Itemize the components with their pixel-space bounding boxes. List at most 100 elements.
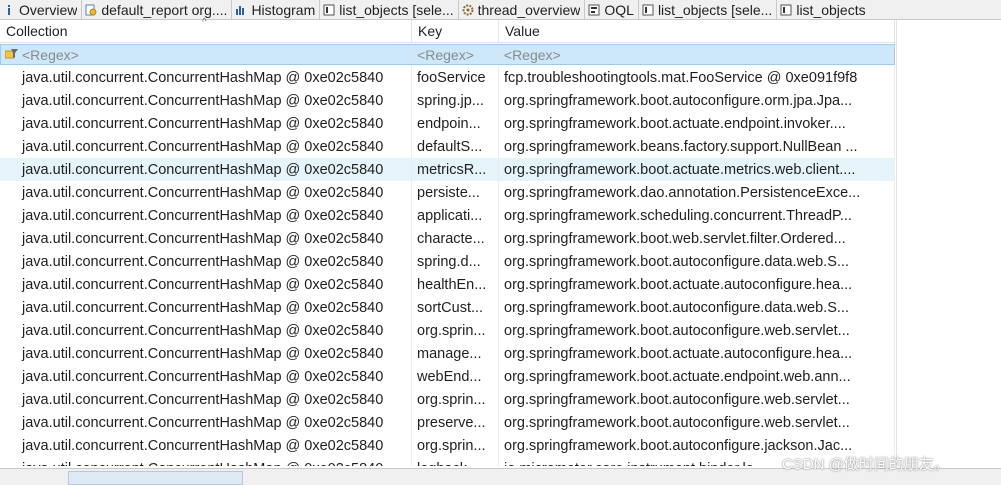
cell-key: spring.jp...	[412, 89, 499, 112]
tab-label: OQL	[604, 1, 634, 18]
table-header: ^ Collection Key Value	[0, 17, 895, 43]
table-row[interactable]: java.util.concurrent.ConcurrentHashMap @…	[0, 388, 895, 411]
column-header-label: Key	[418, 23, 443, 39]
table-row[interactable]: java.util.concurrent.ConcurrentHashMap @…	[0, 158, 895, 181]
cell-collection: java.util.concurrent.ConcurrentHashMap @…	[0, 66, 412, 89]
cell-collection: java.util.concurrent.ConcurrentHashMap @…	[0, 342, 412, 365]
cell-key: org.sprin...	[412, 434, 499, 457]
table-row[interactable]: java.util.concurrent.ConcurrentHashMap @…	[0, 112, 895, 135]
tab-thread-overview[interactable]: thread_overview	[459, 0, 586, 19]
cell-value: org.springframework.boot.actuate.metrics…	[499, 158, 895, 181]
cell-collection: java.util.concurrent.ConcurrentHashMap @…	[0, 158, 412, 181]
cell-key: fooService	[412, 66, 499, 89]
cell-value: org.springframework.boot.autoconfigure.d…	[499, 250, 895, 273]
oql-icon	[588, 4, 600, 16]
empty-pane	[896, 20, 1001, 468]
cell-key: preserve...	[412, 411, 499, 434]
tab-label: list_objects [sele...	[657, 1, 773, 18]
cell-key: endpoin...	[412, 112, 499, 135]
table-row[interactable]: java.util.concurrent.ConcurrentHashMap @…	[0, 66, 895, 89]
tab-list-objects-2[interactable]: list_objects [sele...	[639, 0, 778, 19]
filter-placeholder: <Regex>	[417, 46, 474, 63]
report-icon	[85, 4, 97, 16]
bottom-tab[interactable]	[68, 471, 243, 485]
tab-histogram[interactable]: Histogram	[232, 0, 321, 19]
filter-placeholder: <Regex>	[22, 46, 79, 63]
column-header-collection[interactable]: ^ Collection	[0, 17, 412, 42]
column-header-key[interactable]: Key	[412, 20, 499, 42]
cell-key: defaultS...	[412, 135, 499, 158]
cell-value: org.springframework.boot.actuate.autocon…	[499, 273, 895, 296]
key-filter-input[interactable]: <Regex>	[412, 45, 499, 64]
cell-collection: java.util.concurrent.ConcurrentHashMap @…	[0, 457, 412, 466]
cell-key: applicati...	[412, 204, 499, 227]
cell-key: spring.d...	[412, 250, 499, 273]
cell-collection: java.util.concurrent.ConcurrentHashMap @…	[0, 388, 412, 411]
table-row[interactable]: java.util.concurrent.ConcurrentHashMap @…	[0, 204, 895, 227]
cell-value: org.springframework.boot.autoconfigure.d…	[499, 296, 895, 319]
cell-collection: java.util.concurrent.ConcurrentHashMap @…	[0, 411, 412, 434]
cell-key: characte...	[412, 227, 499, 250]
table-row[interactable]: java.util.concurrent.ConcurrentHashMap @…	[0, 411, 895, 434]
cell-collection: java.util.concurrent.ConcurrentHashMap @…	[0, 434, 412, 457]
list-icon	[642, 4, 654, 16]
tab-list-objects-1[interactable]: list_objects [sele...	[320, 0, 459, 19]
cell-key: loghack	[412, 457, 499, 466]
tab-default-report[interactable]: default_report org....	[82, 0, 233, 19]
cell-collection: java.util.concurrent.ConcurrentHashMap @…	[0, 273, 412, 296]
table-row[interactable]: java.util.concurrent.ConcurrentHashMap @…	[0, 457, 895, 466]
cell-key: org.sprin...	[412, 388, 499, 411]
cell-value: org.springframework.boot.autoconfigure.o…	[499, 89, 895, 112]
tab-label: default_report org....	[101, 1, 228, 18]
cell-value: org.springframework.scheduling.concurren…	[499, 204, 895, 227]
tab-label: Overview	[19, 1, 78, 18]
cell-collection: java.util.concurrent.ConcurrentHashMap @…	[0, 296, 412, 319]
filter-icon	[5, 48, 19, 61]
cell-collection: java.util.concurrent.ConcurrentHashMap @…	[0, 181, 412, 204]
table-row[interactable]: java.util.concurrent.ConcurrentHashMap @…	[0, 135, 895, 158]
cell-value: org.springframework.dao.annotation.Persi…	[499, 181, 895, 204]
cell-collection: java.util.concurrent.ConcurrentHashMap @…	[0, 89, 412, 112]
table-row[interactable]: java.util.concurrent.ConcurrentHashMap @…	[0, 342, 895, 365]
table-body: java.util.concurrent.ConcurrentHashMap @…	[0, 66, 895, 466]
table-row[interactable]: java.util.concurrent.ConcurrentHashMap @…	[0, 434, 895, 457]
cell-value: org.springframework.boot.web.servlet.fil…	[499, 227, 895, 250]
tab-label: thread_overview	[477, 1, 581, 18]
cell-value: org.springframework.beans.factory.suppor…	[499, 135, 895, 158]
table-row[interactable]: java.util.concurrent.ConcurrentHashMap @…	[0, 273, 895, 296]
value-filter-input[interactable]: <Regex>	[499, 45, 894, 64]
table-row[interactable]: java.util.concurrent.ConcurrentHashMap @…	[0, 296, 895, 319]
table-row[interactable]: java.util.concurrent.ConcurrentHashMap @…	[0, 365, 895, 388]
sort-ascending-icon: ^	[202, 17, 207, 28]
filter-placeholder: <Regex>	[503, 46, 561, 63]
table-row[interactable]: java.util.concurrent.ConcurrentHashMap @…	[0, 227, 895, 250]
table-row[interactable]: java.util.concurrent.ConcurrentHashMap @…	[0, 181, 895, 204]
table-row[interactable]: java.util.concurrent.ConcurrentHashMap @…	[0, 319, 895, 342]
cell-key: sortCust...	[412, 296, 499, 319]
cell-collection: java.util.concurrent.ConcurrentHashMap @…	[0, 227, 412, 250]
gear-icon	[462, 4, 474, 16]
cell-value: org.springframework.boot.actuate.endpoin…	[499, 365, 895, 388]
cell-collection: java.util.concurrent.ConcurrentHashMap @…	[0, 135, 412, 158]
column-header-label: Value	[505, 23, 540, 39]
cell-value: fcp.troubleshootingtools.mat.FooService …	[499, 66, 895, 89]
cell-collection: java.util.concurrent.ConcurrentHashMap @…	[0, 250, 412, 273]
column-header-value[interactable]: Value	[499, 20, 895, 42]
collection-filter-input[interactable]: <Regex>	[1, 45, 413, 64]
list-icon	[780, 4, 792, 16]
tab-oql[interactable]: OQL	[585, 0, 639, 19]
cell-collection: java.util.concurrent.ConcurrentHashMap @…	[0, 365, 412, 388]
cell-value: org.springframework.boot.autoconfigure.w…	[499, 388, 895, 411]
column-header-label: Collection	[6, 23, 68, 39]
tab-overview[interactable]: Overview	[0, 0, 83, 19]
table-row[interactable]: java.util.concurrent.ConcurrentHashMap @…	[0, 89, 895, 112]
cell-value: org.springframework.boot.autoconfigure.w…	[499, 319, 895, 342]
cell-collection: java.util.concurrent.ConcurrentHashMap @…	[0, 204, 412, 227]
tab-label: list_objects [sele...	[339, 1, 454, 18]
histogram-icon	[235, 4, 247, 16]
table-row[interactable]: java.util.concurrent.ConcurrentHashMap @…	[0, 250, 895, 273]
editor-tab-bar: Overview default_report org.... Histogra…	[0, 0, 1001, 20]
cell-key: org.sprin...	[412, 319, 499, 342]
tab-list-objects-3[interactable]: list_objects	[777, 0, 869, 19]
cell-value: org.springframework.boot.autoconfigure.w…	[499, 411, 895, 434]
